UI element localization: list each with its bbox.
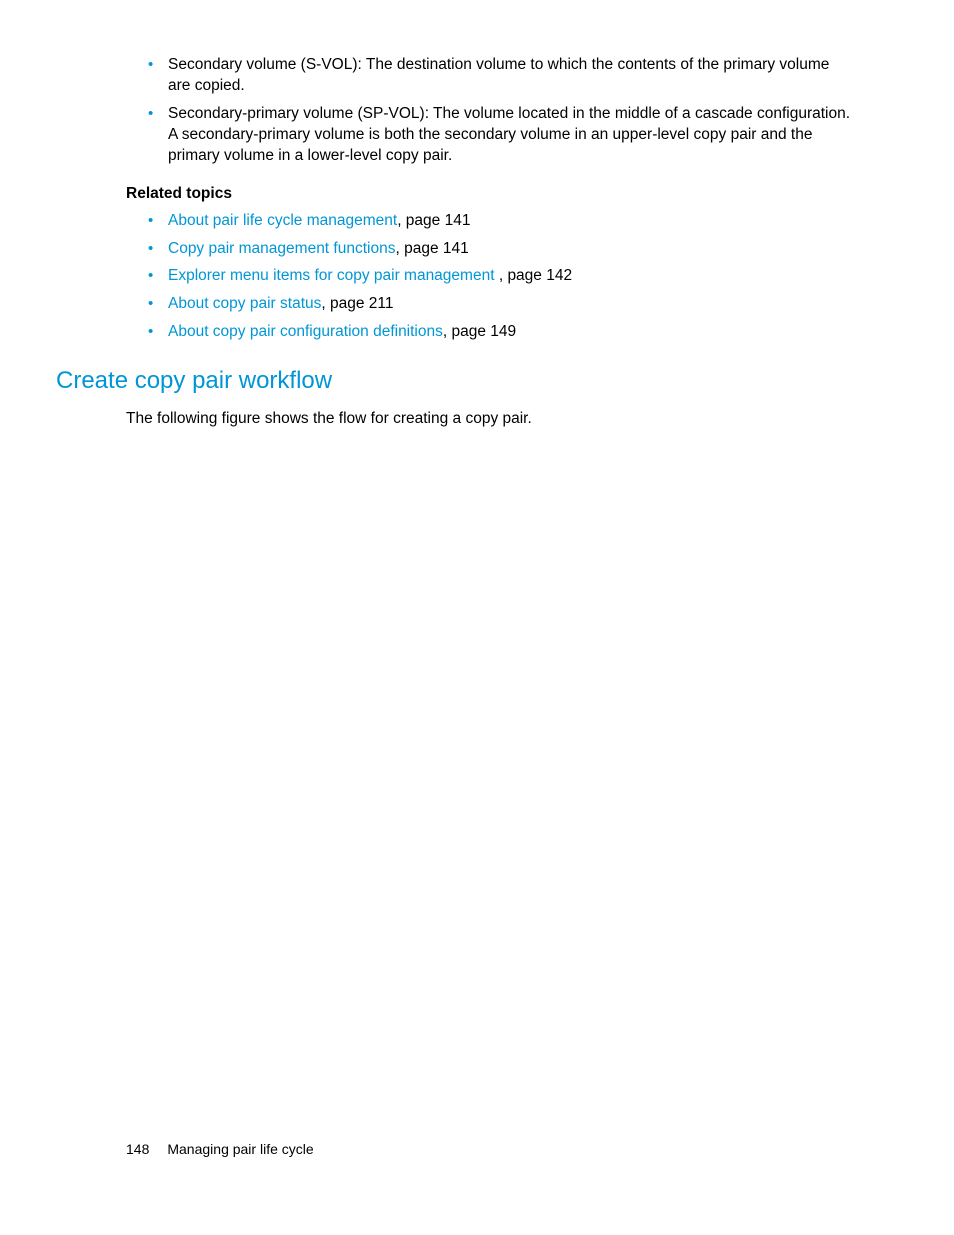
list-item: Copy pair management functions, page 141	[148, 239, 854, 260]
page-ref: , page 141	[397, 212, 470, 229]
related-link[interactable]: About pair life cycle management	[168, 212, 397, 229]
list-item: Explorer menu items for copy pair manage…	[148, 266, 854, 287]
page-ref: , page 211	[321, 295, 393, 312]
related-link[interactable]: Explorer menu items for copy pair manage…	[168, 267, 499, 284]
section-heading: Create copy pair workflow	[56, 367, 854, 395]
list-item: Secondary volume (S-VOL): The destinatio…	[148, 55, 854, 97]
page-ref: , page 141	[395, 240, 468, 257]
list-item: About copy pair configuration definition…	[148, 322, 854, 343]
page-ref: , page 149	[443, 323, 516, 340]
related-topics-heading: Related topics	[126, 185, 854, 203]
related-link[interactable]: About copy pair status	[168, 295, 321, 312]
list-item: About copy pair status, page 211	[148, 294, 854, 315]
definition-list: Secondary volume (S-VOL): The destinatio…	[148, 55, 854, 167]
list-item: About pair life cycle management, page 1…	[148, 211, 854, 232]
related-topics-list: About pair life cycle management, page 1…	[148, 211, 854, 344]
list-item: Secondary-primary volume (SP-VOL): The v…	[148, 104, 854, 167]
related-link[interactable]: About copy pair configuration definition…	[168, 323, 443, 340]
page-footer: 148 Managing pair life cycle	[126, 1141, 314, 1157]
related-link[interactable]: Copy pair management functions	[168, 240, 395, 257]
section-paragraph: The following figure shows the flow for …	[126, 409, 854, 430]
footer-title: Managing pair life cycle	[167, 1141, 313, 1157]
page-ref: , page 142	[499, 267, 572, 284]
page-number: 148	[126, 1141, 149, 1157]
